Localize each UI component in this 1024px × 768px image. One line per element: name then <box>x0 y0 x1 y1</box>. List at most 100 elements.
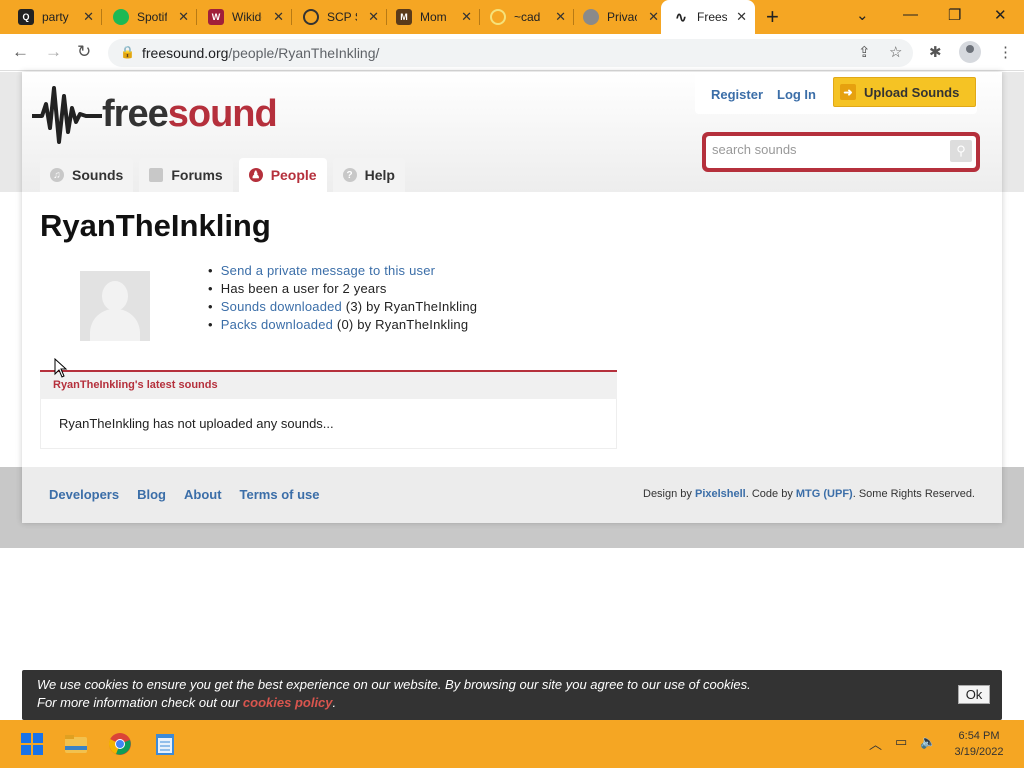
volume-icon[interactable]: 🔈 <box>920 734 936 750</box>
back-icon[interactable]: ← <box>12 42 29 62</box>
notepad-icon[interactable] <box>153 732 177 756</box>
window-close-icon[interactable]: ✕ <box>994 6 1007 24</box>
tab-title: Spotify <box>137 10 167 24</box>
windows-start-icon[interactable] <box>20 732 44 756</box>
taskbar: ︿ ▭ 🔈 6:54 PM 3/19/2022 <box>0 720 1024 768</box>
nav-tab-sounds[interactable]: ♫ Sounds <box>40 158 134 192</box>
tab-party[interactable]: Q party ✕ <box>0 0 102 34</box>
search-icon[interactable]: ⚲ <box>950 140 972 162</box>
nav-tab-people[interactable]: ♟ People <box>238 158 327 192</box>
nav-label: Sounds <box>72 167 124 183</box>
clock-time: 6:54 PM <box>958 730 1000 742</box>
close-icon[interactable]: ✕ <box>178 9 189 25</box>
footer-link-about[interactable]: About <box>184 487 222 502</box>
tab-privacy[interactable]: Privacy ✕ <box>565 0 667 34</box>
tab-spotify[interactable]: Spotify ✕ <box>95 0 197 34</box>
sounds-downloaded-text: (3) by RyanTheInkling <box>342 299 478 314</box>
site-header: free sound Register Log In ➜ Upload Sound… <box>22 72 1002 192</box>
quora-icon: Q <box>18 9 34 25</box>
arrow-right-icon: ➜ <box>840 84 856 100</box>
chevron-up-icon[interactable]: ︿ <box>869 734 882 753</box>
tab-mom[interactable]: M Mom ✕ <box>378 0 480 34</box>
nav-label: People <box>270 167 317 183</box>
reload-icon[interactable]: ↻ <box>77 42 91 62</box>
tab-title: Wikidot <box>232 10 262 24</box>
footer-link-terms[interactable]: Terms of use <box>240 487 320 502</box>
credit-text: . Code by <box>745 488 796 500</box>
network-icon[interactable]: ▭ <box>895 734 907 750</box>
page-viewport: free sound Register Log In ➜ Upload Sound… <box>0 72 1024 670</box>
page-title: RyanTheInkling <box>40 208 271 243</box>
footer-link-developers[interactable]: Developers <box>49 487 119 502</box>
file-explorer-icon[interactable] <box>64 732 88 756</box>
close-icon[interactable]: ✕ <box>83 9 94 25</box>
mom-icon: M <box>396 9 412 25</box>
url-text: freesound.org/people/RyanTheInkling/ <box>142 45 380 61</box>
close-icon[interactable]: ✕ <box>273 9 284 25</box>
pixelshell-link[interactable]: Pixelshell <box>695 488 746 500</box>
cookies-policy-link[interactable]: cookies policy <box>243 695 333 710</box>
close-icon[interactable]: ✕ <box>461 9 472 25</box>
tab-title: Freesound <box>697 10 727 24</box>
mtg-link[interactable]: MTG (UPF) <box>796 488 853 500</box>
star-icon[interactable]: ☆ <box>889 43 902 61</box>
chrome-icon[interactable] <box>108 732 132 756</box>
latest-sounds-empty: RyanTheInkling has not uploaded any soun… <box>40 399 617 449</box>
register-link[interactable]: Register <box>711 87 763 102</box>
credit-text: . Some Rights Reserved. <box>852 488 975 500</box>
tab-search-icon[interactable]: ⌄ <box>856 6 869 24</box>
nav-tab-forums[interactable]: Forums <box>139 158 233 192</box>
lock-icon: 🔒 <box>120 45 135 59</box>
profile-avatar[interactable] <box>959 41 981 63</box>
tab-scp[interactable]: SCP S ✕ <box>285 0 387 34</box>
list-item: Has been a user for 2 years <box>208 280 477 298</box>
spotify-icon <box>113 9 129 25</box>
nav-tab-help[interactable]: ? Help <box>332 158 405 192</box>
system-clock[interactable]: 6:54 PM 3/19/2022 <box>944 728 1014 760</box>
sounds-downloaded-link[interactable]: Sounds downloaded <box>221 299 342 314</box>
tab-cad[interactable]: ~cad ✕ <box>472 0 574 34</box>
new-tab-button[interactable]: + <box>766 4 779 30</box>
tab-title: SCP S <box>327 10 357 24</box>
minimize-icon[interactable]: — <box>903 6 918 23</box>
tab-title: ~cad <box>514 10 541 24</box>
send-message-link[interactable]: Send a private message to this user <box>221 263 435 278</box>
packs-downloaded-text: (0) by RyanTheInkling <box>333 317 469 332</box>
login-link[interactable]: Log In <box>777 87 816 102</box>
share-icon[interactable]: ⇪ <box>858 43 871 61</box>
upload-sounds-button[interactable]: ➜ Upload Sounds <box>833 77 976 107</box>
headphones-icon: ♫ <box>50 168 64 182</box>
nav-label: Forums <box>171 167 223 183</box>
tab-title: party <box>42 10 69 24</box>
tab-freesound[interactable]: ∿ Freesound ✕ <box>661 0 755 34</box>
address-bar[interactable]: 🔒 freesound.org/people/RyanTheInkling/ <box>108 39 913 67</box>
restore-icon[interactable]: ❐ <box>948 6 961 24</box>
scp-icon <box>303 9 319 25</box>
close-icon[interactable]: ✕ <box>648 9 659 25</box>
close-icon[interactable]: ✕ <box>736 9 747 25</box>
latest-sounds-heading: RyanTheInkling's latest sounds <box>40 372 617 399</box>
forward-icon[interactable]: → <box>45 42 62 62</box>
footer-link-blog[interactable]: Blog <box>137 487 166 502</box>
freesound-logo[interactable]: free sound <box>32 82 278 146</box>
extensions-icon[interactable]: ✱ <box>929 43 942 61</box>
mouse-cursor-icon <box>54 358 68 378</box>
upload-label: Upload Sounds <box>864 84 960 100</box>
credit-text: Design by <box>643 488 695 500</box>
site-footer: Developers Blog About Terms of use Desig… <box>22 467 1002 523</box>
circle-icon <box>490 9 506 25</box>
tab-wikidot[interactable]: W Wikidot ✕ <box>190 0 292 34</box>
nav-label: Help <box>364 167 395 183</box>
search-box: ⚲ <box>702 132 980 172</box>
list-item: Sounds downloaded (3) by RyanTheInkling <box>208 298 477 316</box>
cookie-ok-button[interactable]: Ok <box>958 685 990 704</box>
footer-credit: Design by Pixelshell. Code by MTG (UPF).… <box>643 488 975 500</box>
menu-icon[interactable]: ⋮ <box>998 43 1013 61</box>
speech-bubble-icon <box>149 168 164 182</box>
search-input[interactable] <box>712 142 942 157</box>
people-icon: ♟ <box>248 168 263 182</box>
wikidot-icon: W <box>208 9 224 25</box>
packs-downloaded-link[interactable]: Packs downloaded <box>221 317 333 332</box>
clock-date: 3/19/2022 <box>954 746 1004 758</box>
page-container: free sound Register Log In ➜ Upload Sound… <box>22 72 1002 523</box>
